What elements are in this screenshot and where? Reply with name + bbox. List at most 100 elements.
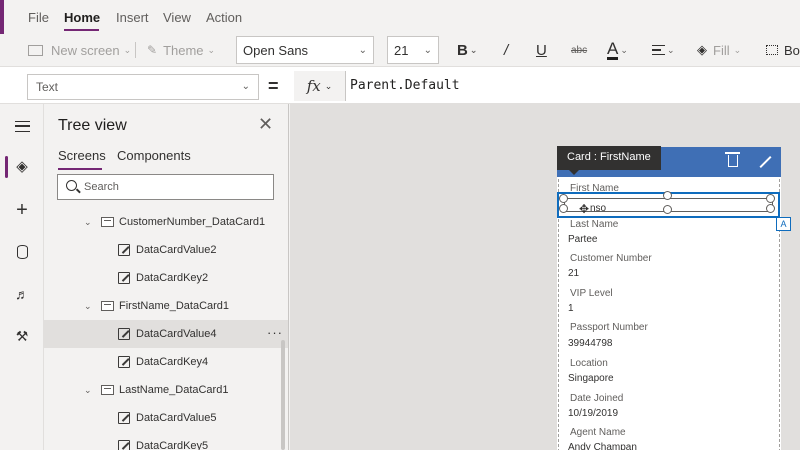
tree-row-label: DataCardValue2 bbox=[136, 244, 217, 256]
tree-row-datacardkey5[interactable]: DataCardKey5 bbox=[44, 432, 288, 450]
active-menu-indicator bbox=[64, 29, 99, 31]
font-family-value: Open Sans bbox=[243, 42, 309, 58]
strikethrough-button[interactable]: abc bbox=[571, 34, 587, 66]
menu-home[interactable]: Home bbox=[64, 10, 100, 25]
plus-icon: + bbox=[16, 198, 28, 221]
tree-row-datacardkey2[interactable]: DataCardKey2 bbox=[44, 264, 288, 292]
tree-view-panel: Tree view ✕ Screens Components Search ⌄ … bbox=[44, 104, 289, 450]
field-label: Location bbox=[570, 358, 608, 369]
menu-bar: File Home Insert View Action bbox=[0, 0, 800, 34]
text-badge-icon[interactable]: A bbox=[776, 217, 791, 231]
bold-icon: B bbox=[457, 41, 468, 59]
equals-sign: = bbox=[268, 76, 279, 96]
left-nav-rail: ◈ + ♬ ⚒ bbox=[0, 104, 44, 450]
text-input-icon bbox=[118, 244, 130, 256]
menu-view[interactable]: View bbox=[163, 10, 191, 25]
chevron-down-icon[interactable]: ⌄ bbox=[84, 301, 92, 312]
new-screen-icon bbox=[28, 44, 43, 56]
resize-handle[interactable] bbox=[559, 194, 568, 203]
italic-button[interactable]: / bbox=[504, 34, 508, 66]
chevron-down-icon: ⌄ bbox=[667, 44, 675, 55]
app-accent-stripe bbox=[0, 0, 4, 34]
tree-row-datacardvalue4[interactable]: DataCardValue4 ··· bbox=[44, 320, 288, 348]
resize-handle[interactable] bbox=[663, 205, 672, 214]
tree-row-datacardkey4[interactable]: DataCardKey4 bbox=[44, 348, 288, 376]
tree-row-datacardvalue2[interactable]: DataCardValue2 bbox=[44, 236, 288, 264]
design-canvas[interactable]: ling First Name Last Name Partee Custome… bbox=[290, 104, 800, 450]
resize-handle[interactable] bbox=[559, 204, 568, 213]
card-icon bbox=[101, 217, 114, 227]
advanced-tools-button[interactable]: ⚒ bbox=[0, 316, 44, 356]
chevron-down-icon: ⌄ bbox=[241, 81, 250, 92]
fx-icon: fx bbox=[306, 77, 321, 95]
app-screen-preview[interactable]: ling First Name Last Name Partee Custome… bbox=[557, 147, 781, 450]
formula-bar: Text ⌄ = fx ⌄ Parent.Default bbox=[0, 66, 800, 104]
chevron-down-icon: ⌄ bbox=[207, 44, 216, 55]
first-name-card-selection[interactable]: ✥ nso bbox=[557, 191, 780, 218]
pencil-icon[interactable] bbox=[759, 155, 772, 169]
data-button[interactable] bbox=[0, 232, 44, 272]
tools-icon: ⚒ bbox=[15, 327, 29, 344]
search-icon bbox=[66, 180, 77, 191]
tab-screens[interactable]: Screens bbox=[58, 148, 106, 163]
property-dropdown[interactable]: Text ⌄ bbox=[27, 74, 259, 100]
chevron-down-icon[interactable]: ⌄ bbox=[84, 385, 92, 396]
text-input-icon bbox=[118, 328, 130, 340]
fill-label: Fill bbox=[713, 42, 730, 58]
border-label: Bo bbox=[784, 42, 800, 58]
insert-button[interactable]: + bbox=[0, 190, 44, 230]
tree-row-customernumber-card[interactable]: ⌄ CustomerNumber_DataCard1 bbox=[44, 208, 288, 236]
tree-row-lastname-card[interactable]: ⌄ LastName_DataCard1 bbox=[44, 376, 288, 404]
tree-scrollbar[interactable] bbox=[281, 340, 285, 450]
hamburger-button[interactable] bbox=[0, 106, 44, 146]
menu-action[interactable]: Action bbox=[206, 10, 242, 25]
border-button[interactable]: Bo bbox=[766, 34, 800, 66]
text-input-icon bbox=[118, 412, 130, 424]
theme-button[interactable]: ✎ Theme ⌄ bbox=[147, 34, 215, 66]
tree-search-input[interactable]: Search bbox=[57, 174, 274, 200]
bold-button[interactable]: B ⌄ bbox=[457, 34, 477, 66]
chevron-down-icon: ⌄ bbox=[423, 44, 432, 56]
more-options-icon[interactable]: ··· bbox=[267, 325, 283, 340]
search-placeholder: Search bbox=[84, 181, 119, 193]
chevron-down-icon: ⌄ bbox=[324, 80, 333, 91]
tree-row-firstname-card[interactable]: ⌄ FirstName_DataCard1 bbox=[44, 292, 288, 320]
font-family-dropdown[interactable]: Open Sans ⌄ bbox=[236, 36, 374, 64]
field-value: 10/19/2019 bbox=[568, 408, 619, 419]
media-button[interactable]: ♬ bbox=[0, 274, 44, 314]
chevron-down-icon[interactable]: ⌄ bbox=[84, 217, 92, 228]
fx-button[interactable]: fx ⌄ bbox=[294, 71, 346, 101]
fill-bucket-icon: ◈ bbox=[697, 42, 707, 57]
font-size-dropdown[interactable]: 21 ⌄ bbox=[387, 36, 439, 64]
text-align-button[interactable]: ⌄ bbox=[652, 34, 675, 66]
tab-components[interactable]: Components bbox=[117, 148, 191, 163]
menu-insert[interactable]: Insert bbox=[116, 10, 149, 25]
close-icon[interactable]: ✕ bbox=[258, 114, 273, 135]
tree-view-button[interactable]: ◈ bbox=[0, 146, 44, 186]
font-color-button[interactable]: A ⌄ bbox=[607, 34, 628, 66]
menu-file[interactable]: File bbox=[28, 10, 49, 25]
resize-handle[interactable] bbox=[766, 204, 775, 213]
first-name-input-value: nso bbox=[590, 203, 607, 214]
tree-list: ⌄ CustomerNumber_DataCard1 DataCardValue… bbox=[44, 208, 288, 450]
edit-form[interactable]: First Name Last Name Partee Customer Num… bbox=[558, 179, 780, 450]
formula-input[interactable]: Parent.Default bbox=[350, 78, 460, 93]
card-icon bbox=[101, 301, 114, 311]
tree-row-label: DataCardValue5 bbox=[136, 412, 217, 424]
new-screen-label: New screen bbox=[51, 42, 120, 58]
underline-button[interactable]: U bbox=[536, 34, 547, 66]
tree-row-label: DataCardKey2 bbox=[136, 272, 209, 284]
tree-row-datacardvalue5[interactable]: DataCardValue5 bbox=[44, 404, 288, 432]
resize-handle[interactable] bbox=[663, 191, 672, 200]
trash-icon[interactable] bbox=[725, 152, 740, 167]
strikethrough-icon: abc bbox=[571, 44, 588, 56]
resize-handle[interactable] bbox=[766, 194, 775, 203]
tree-row-label: DataCardKey5 bbox=[136, 440, 209, 450]
theme-label: Theme bbox=[163, 42, 204, 58]
new-screen-button[interactable]: New screen ⌄ bbox=[28, 34, 131, 66]
font-size-value: 21 bbox=[394, 42, 409, 58]
tree-row-label: FirstName_DataCard1 bbox=[119, 300, 230, 312]
card-icon bbox=[101, 385, 114, 395]
ribbon-divider bbox=[135, 42, 136, 58]
fill-button[interactable]: ◈ Fill ⌄ bbox=[697, 34, 741, 66]
